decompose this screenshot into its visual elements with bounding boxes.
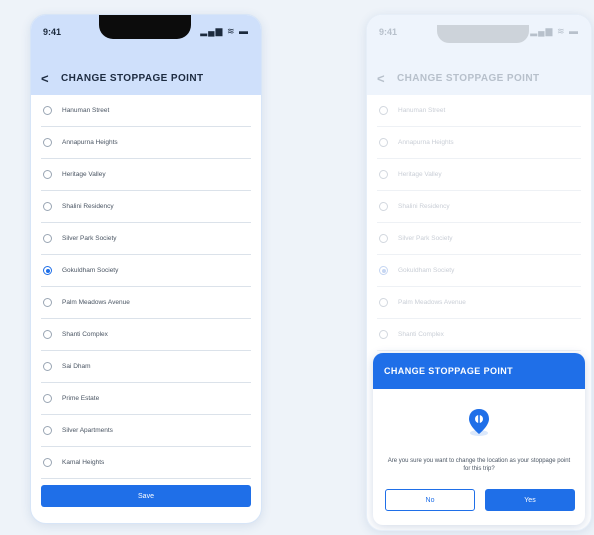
no-button[interactable]: No bbox=[385, 489, 475, 511]
list-item: Shanti Complex bbox=[377, 319, 581, 351]
stop-label: Gokuldham Society bbox=[62, 267, 119, 274]
stop-label: Shanti Complex bbox=[398, 331, 444, 338]
stop-label: Annapurna Heights bbox=[398, 139, 454, 146]
location-pin-icon bbox=[469, 409, 489, 436]
stop-label: Shalini Residency bbox=[398, 203, 450, 210]
list-item[interactable]: Silver Park Society bbox=[41, 223, 251, 255]
list-item[interactable]: Silver Apartments bbox=[41, 415, 251, 447]
phone-screen-confirm-dialog: 9:41 ▂▄▆ ≋ ▬ < CHANGE STOPPAGE POINT Han… bbox=[366, 14, 592, 531]
stop-label: Silver Park Society bbox=[62, 235, 117, 242]
list-item[interactable]: Annapurna Heights bbox=[41, 127, 251, 159]
phone-notch bbox=[99, 15, 191, 39]
stop-label: Silver Park Society bbox=[398, 235, 453, 242]
radio-button bbox=[379, 138, 388, 147]
radio-button bbox=[379, 266, 388, 275]
radio-button[interactable] bbox=[43, 106, 52, 115]
stop-label: Shanti Complex bbox=[62, 331, 108, 338]
list-item: Heritage Valley bbox=[377, 159, 581, 191]
phone-screen-change-stoppage: 9:41 ▂▄▆ ≋ ▬ < CHANGE STOPPAGE POINT Han… bbox=[30, 14, 262, 524]
list-item[interactable]: Sai Dham bbox=[41, 351, 251, 383]
stop-list: Hanuman Street Annapurna Heights Heritag… bbox=[41, 95, 251, 479]
radio-button[interactable] bbox=[43, 266, 52, 275]
radio-button bbox=[379, 170, 388, 179]
dialog-title: CHANGE STOPPAGE POINT bbox=[373, 353, 585, 389]
list-item[interactable]: Heritage Valley bbox=[41, 159, 251, 191]
status-time: 9:41 bbox=[43, 27, 62, 37]
stop-label: Palm Meadows Avenue bbox=[62, 299, 130, 306]
stop-label: Palm Meadows Avenue bbox=[398, 299, 466, 306]
status-icons: ▂▄▆ ≋ ▬ bbox=[200, 26, 249, 36]
back-icon[interactable]: < bbox=[377, 71, 385, 86]
list-item[interactable]: Shanti Complex bbox=[41, 319, 251, 351]
list-item[interactable]: Palm Meadows Avenue bbox=[41, 287, 251, 319]
phone-notch bbox=[437, 25, 529, 43]
radio-button[interactable] bbox=[43, 298, 52, 307]
status-time: 9:41 bbox=[379, 27, 398, 37]
list-item[interactable]: Kamal Heights bbox=[41, 447, 251, 479]
radio-button[interactable] bbox=[43, 234, 52, 243]
stop-label: Shalini Residency bbox=[62, 203, 114, 210]
radio-button[interactable] bbox=[43, 138, 52, 147]
stop-label: Gokuldham Society bbox=[398, 267, 455, 274]
list-item: Silver Park Society bbox=[377, 223, 581, 255]
header: 9:41 ▂▄▆ ≋ ▬ < CHANGE STOPPAGE POINT bbox=[31, 15, 261, 95]
list-item: Shalini Residency bbox=[377, 191, 581, 223]
yes-button[interactable]: Yes bbox=[485, 489, 575, 511]
radio-button bbox=[379, 298, 388, 307]
radio-button[interactable] bbox=[43, 330, 52, 339]
page-title: CHANGE STOPPAGE POINT bbox=[397, 73, 540, 84]
list-item: Gokuldham Society bbox=[377, 255, 581, 287]
radio-button bbox=[379, 106, 388, 115]
dialog-message: Are you sure you want to change the loca… bbox=[387, 458, 571, 472]
radio-button[interactable] bbox=[43, 202, 52, 211]
back-icon[interactable]: < bbox=[41, 71, 49, 86]
stop-label: Kamal Heights bbox=[62, 459, 105, 466]
list-item: Palm Meadows Avenue bbox=[377, 287, 581, 319]
page-title: CHANGE STOPPAGE POINT bbox=[61, 73, 204, 84]
stop-label: Prime Estate bbox=[62, 395, 100, 402]
status-icons: ▂▄▆ ≋ ▬ bbox=[530, 26, 579, 36]
list-item: Hanuman Street bbox=[377, 95, 581, 127]
list-item[interactable]: Hanuman Street bbox=[41, 95, 251, 127]
stop-label: Heritage Valley bbox=[398, 171, 442, 178]
radio-button[interactable] bbox=[43, 426, 52, 435]
stop-list: Hanuman Street Annapurna Heights Heritag… bbox=[377, 95, 581, 351]
stop-label: Hanuman Street bbox=[62, 107, 110, 114]
stop-label: Silver Apartments bbox=[62, 427, 113, 434]
radio-button[interactable] bbox=[43, 362, 52, 371]
list-item[interactable]: Prime Estate bbox=[41, 383, 251, 415]
confirm-dialog: CHANGE STOPPAGE POINT Are you sure you w… bbox=[373, 353, 585, 525]
list-item: Annapurna Heights bbox=[377, 127, 581, 159]
stop-label: Annapurna Heights bbox=[62, 139, 118, 146]
save-button[interactable]: Save bbox=[41, 485, 251, 507]
radio-button[interactable] bbox=[43, 170, 52, 179]
radio-button[interactable] bbox=[43, 458, 52, 467]
radio-button bbox=[379, 330, 388, 339]
list-item[interactable]: Gokuldham Society bbox=[41, 255, 251, 287]
radio-button bbox=[379, 234, 388, 243]
radio-button[interactable] bbox=[43, 394, 52, 403]
header: 9:41 ▂▄▆ ≋ ▬ < CHANGE STOPPAGE POINT bbox=[367, 15, 591, 95]
radio-button bbox=[379, 202, 388, 211]
stop-label: Sai Dham bbox=[62, 363, 91, 370]
stop-label: Hanuman Street bbox=[398, 107, 446, 114]
list-item[interactable]: Shalini Residency bbox=[41, 191, 251, 223]
stop-label: Heritage Valley bbox=[62, 171, 106, 178]
